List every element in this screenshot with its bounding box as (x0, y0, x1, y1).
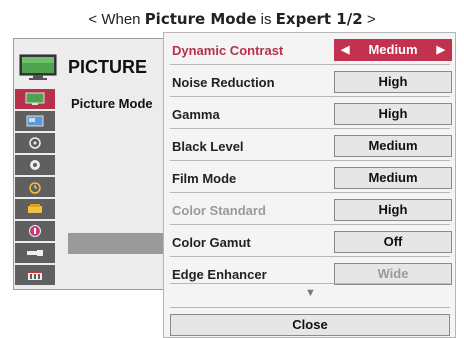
caption-middle: is (256, 11, 276, 28)
noise-reduction-row[interactable]: Noise Reduction High (164, 69, 457, 97)
row-label: Dynamic Contrast (172, 43, 284, 58)
row-label: Gamma (172, 107, 220, 122)
row-divider (170, 192, 450, 193)
edge-enhancer-row[interactable]: Edge Enhancer Wide (164, 261, 457, 289)
row-divider (170, 160, 450, 161)
tv-icon (19, 54, 57, 80)
gamma-row[interactable]: Gamma High (164, 101, 457, 129)
row-divider (170, 128, 450, 129)
value-box[interactable]: Off (334, 231, 452, 253)
dynamic-contrast-row[interactable]: Dynamic Contrast ◀ Medium ▶ (164, 37, 457, 65)
picture-mode-item[interactable]: Picture Mode (71, 96, 153, 111)
menu-icon-column (15, 89, 55, 287)
row-label: Black Level (172, 139, 244, 154)
row-label: Color Standard (172, 203, 266, 218)
picture-menu-title: PICTURE (68, 57, 148, 77)
row-divider (170, 307, 450, 308)
media-menu-icon[interactable] (15, 265, 55, 285)
caption: < When Picture Mode is Expert 1/2 > (0, 10, 464, 28)
lock-menu-icon[interactable] (15, 177, 55, 197)
color-standard-row[interactable]: Color Standard High (164, 197, 457, 225)
info-menu-icon[interactable] (15, 199, 55, 219)
row-divider (170, 256, 450, 257)
value-selector[interactable]: ◀ Medium ▶ (334, 39, 452, 61)
option-menu-icon[interactable] (15, 155, 55, 175)
row-divider (170, 283, 450, 284)
value-box[interactable]: Medium (334, 167, 452, 189)
time-menu-icon[interactable] (15, 133, 55, 153)
audio-menu-icon[interactable] (15, 111, 55, 131)
black-level-row[interactable]: Black Level Medium (164, 133, 457, 161)
caption-mode-name: Picture Mode (144, 10, 257, 28)
usb-menu-icon[interactable] (15, 243, 55, 263)
color-gamut-row[interactable]: Color Gamut Off (164, 229, 457, 257)
caption-mode-value: Expert 1/2 (275, 10, 363, 28)
row-label: Film Mode (172, 171, 237, 186)
row-label: Color Gamut (172, 235, 251, 250)
value-text: Medium (368, 42, 418, 57)
value-box[interactable]: High (334, 71, 452, 93)
expert-submenu: Dynamic Contrast ◀ Medium ▶ Noise Reduct… (163, 32, 456, 338)
value-box: Wide (334, 263, 452, 285)
row-label: Noise Reduction (172, 75, 275, 90)
close-button[interactable]: Close (170, 314, 450, 336)
value-box[interactable]: Medium (334, 135, 452, 157)
scroll-down-icon[interactable]: ▼ (164, 287, 457, 299)
caption-prefix: < When (88, 11, 145, 28)
row-divider (170, 224, 450, 225)
film-mode-row[interactable]: Film Mode Medium (164, 165, 457, 193)
picture-menu-icon[interactable] (15, 89, 55, 109)
row-divider (170, 96, 450, 97)
right-arrow-icon[interactable]: ▶ (437, 40, 445, 60)
value-box[interactable]: High (334, 199, 452, 221)
input-menu-icon[interactable] (15, 221, 55, 241)
left-arrow-icon[interactable]: ◀ (341, 40, 349, 60)
row-divider (170, 64, 450, 65)
row-label: Edge Enhancer (172, 267, 267, 282)
caption-suffix: > (362, 11, 376, 28)
value-box[interactable]: High (334, 103, 452, 125)
